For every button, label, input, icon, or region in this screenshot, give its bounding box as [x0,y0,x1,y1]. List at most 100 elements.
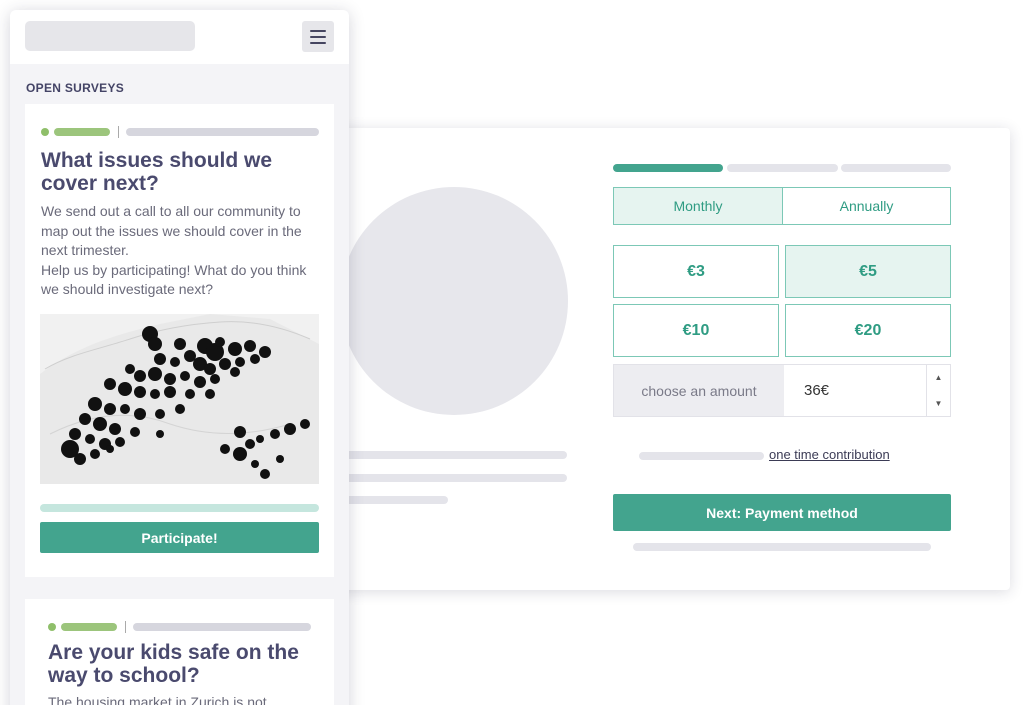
stepper-down-icon[interactable]: ▼ [927,391,950,417]
map-marker [250,354,260,364]
amount-10-button[interactable]: €10 [613,304,779,357]
one-time-contribution-link[interactable]: one time contribution [769,447,890,462]
map-marker [154,353,166,365]
map-marker [300,419,310,429]
survey-card: What issues should we cover next? We sen… [25,104,334,577]
map-marker [244,340,256,352]
annually-toggle[interactable]: Annually [782,187,951,225]
map-marker [220,444,230,454]
map-marker [164,386,176,398]
next-payment-button[interactable]: Next: Payment method [613,494,951,531]
mobile-header [10,10,349,64]
map-marker [164,373,176,385]
map-marker [130,427,140,437]
custom-amount-label: choose an amount [614,365,784,416]
map-marker [284,423,296,435]
map-marker [115,437,125,447]
map-marker [270,429,280,439]
map-marker [106,445,114,453]
map-marker [104,403,116,415]
map-marker [170,357,180,367]
amount-3-button[interactable]: €3 [613,245,779,298]
map-marker [155,409,165,419]
map-marker [185,389,195,399]
text-placeholder-line [345,474,567,482]
text-placeholder-line [345,451,567,459]
step-progress-active [613,164,723,172]
map-marker [234,426,246,438]
survey-description: We send out a call to all our community … [41,203,307,297]
map-marker [235,357,245,367]
map-marker [204,363,216,375]
category-tag [61,623,117,631]
map-marker [219,358,231,370]
hamburger-menu-icon[interactable] [302,21,334,52]
custom-amount-input[interactable] [784,365,928,416]
category-tag-dot [41,128,49,136]
step-progress-pending [727,164,838,172]
map-marker [150,389,160,399]
amount-5-button[interactable]: €5 [785,245,951,298]
map-marker [90,449,100,459]
map-marker [230,367,240,377]
map-marker [233,447,247,461]
text-placeholder-line [639,452,764,460]
map-marker [276,455,284,463]
logo-placeholder [25,21,195,51]
map-marker [228,342,242,356]
map-marker [256,435,264,443]
meta-placeholder [126,128,319,136]
map-marker [148,367,162,381]
tag-divider [125,621,126,633]
map-marker [79,413,91,425]
survey-card: Are your kids safe on the way to school?… [25,599,334,705]
map-marker [134,370,146,382]
meta-placeholder [133,623,311,631]
map-marker [215,337,225,347]
map-marker [260,469,270,479]
category-tag-dot [48,623,56,631]
map-marker [85,434,95,444]
map-marker [194,376,206,388]
map-marker [175,404,185,414]
survey-description: The housing market in Zurich is not [48,694,267,705]
map-marker [210,374,220,384]
tag-divider [118,126,119,138]
map-marker [148,337,162,351]
mobile-panel: OPEN SURVEYS What issues should we cover… [10,10,349,705]
amount-stepper[interactable]: ▲ ▼ [926,365,950,416]
survey-progress-bar [40,504,319,512]
map-marker [180,371,190,381]
map-marker [156,430,164,438]
map-marker [205,389,215,399]
survey-map-image [40,314,319,484]
map-marker [118,382,132,396]
map-marker [259,346,271,358]
section-title: OPEN SURVEYS [26,81,125,95]
map-marker [134,386,146,398]
survey-title: Are your kids safe on the way to school? [48,641,299,687]
map-marker [125,364,135,374]
text-placeholder-line [345,496,448,504]
map-marker [134,408,146,420]
monthly-toggle[interactable]: Monthly [613,187,783,225]
map-marker [174,338,186,350]
map-marker [69,428,81,440]
map-marker [245,439,255,449]
category-tag [54,128,110,136]
map-marker [109,423,121,435]
map-marker [104,378,116,390]
map-marker [120,404,130,414]
map-marker [93,417,107,431]
participate-button[interactable]: Participate! [40,522,319,553]
step-progress-pending [841,164,951,172]
text-placeholder-line [633,543,931,551]
map-marker [88,397,102,411]
custom-amount-group: choose an amount ▲ ▼ [613,364,951,417]
image-placeholder-circle [340,187,568,415]
stepper-up-icon[interactable]: ▲ [927,365,950,391]
map-marker [74,453,86,465]
map-marker [251,460,259,468]
survey-title: What issues should we cover next? [41,149,273,195]
amount-20-button[interactable]: €20 [785,304,951,357]
